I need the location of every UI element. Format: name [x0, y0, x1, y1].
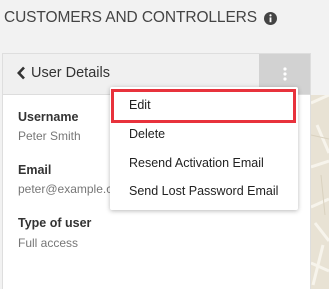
- menu-item-resend-activation-email[interactable]: Resend Activation Email: [110, 149, 298, 177]
- menu-item-delete[interactable]: Delete: [110, 120, 298, 148]
- chevron-left-icon: [17, 66, 25, 80]
- back-to-users-link[interactable]: User Details: [16, 65, 110, 81]
- username-label: Username: [18, 110, 79, 124]
- app-view: CUSTOMERS AND CONTROLLERS User Details U…: [0, 0, 329, 289]
- panel-title: User Details: [31, 65, 110, 81]
- user-type-value: Full access: [18, 236, 79, 250]
- info-icon[interactable]: [264, 11, 278, 25]
- email-value: peter@example.com: [18, 182, 113, 196]
- menu-item-send-lost-password-email[interactable]: Send Lost Password Email: [110, 177, 298, 205]
- page-title: CUSTOMERS AND CONTROLLERS: [4, 9, 278, 27]
- kebab-menu-icon: [282, 67, 287, 81]
- options-dropdown-menu: Edit Delete Resend Activation Email Send…: [110, 87, 298, 210]
- map-roads-image: [311, 95, 329, 286]
- user-type-label: Type of user: [18, 216, 92, 230]
- email-label: Email: [18, 163, 52, 177]
- menu-item-edit[interactable]: Edit: [110, 91, 298, 119]
- map-background[interactable]: [311, 95, 329, 289]
- page-title-text: CUSTOMERS AND CONTROLLERS: [4, 9, 258, 26]
- username-value: Peter Smith: [18, 129, 81, 143]
